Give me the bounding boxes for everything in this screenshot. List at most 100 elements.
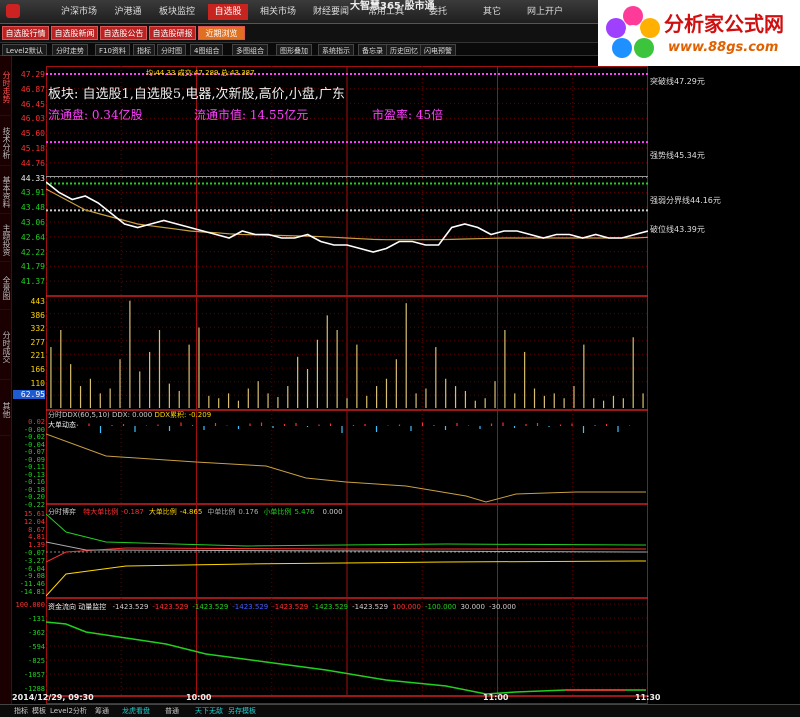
game-item-0: 特大单比例 -0.187 (83, 508, 144, 516)
menu-item-3[interactable]: 自选股 (208, 4, 248, 20)
ddx-cum: DDX累积: -0.209 (154, 411, 212, 419)
toolbar-button-9[interactable]: 备忘录 (358, 44, 387, 56)
game-item-label: 特大单比例 (83, 508, 119, 516)
game-axis-label: -9.08 (23, 572, 45, 581)
game-item-label: 小单比例 (263, 508, 292, 516)
ddx-title: 分时DDX(60,5,10) DDX: 0.000 DDX累积: -0.209 (48, 410, 211, 420)
flow-value: -1423.529 (272, 603, 309, 611)
bottom-tab-1[interactable]: 模板 (32, 706, 46, 716)
subtab-bar: 自选股行情 自选股新闻 自选股公告 自选股研报 近期浏览 (0, 24, 600, 42)
bottom-tab-4[interactable]: 龙虎看盘 (122, 706, 150, 716)
game-axis-label: 15.61 (23, 510, 45, 518)
breakout-line-label: 突破线47.29元 (650, 77, 705, 86)
price-axis-label: 42.22 (20, 247, 45, 257)
price-axis-label: 44.76 (20, 158, 45, 168)
subtab-2[interactable]: 自选股公告 (100, 26, 147, 40)
subtab-4[interactable]: 近期浏览 (198, 26, 245, 40)
toolbar-button-2[interactable]: F10资料 (95, 44, 130, 56)
volume-axis-label: 110 (30, 378, 45, 388)
bottom-tab-0[interactable]: 指标 (14, 706, 28, 716)
float-mcap-info: 流通市值: 14.55亿元 (194, 108, 309, 122)
flow-axis-label: 100.000 (15, 601, 45, 609)
game-title: 分时博弈 特大单比例 -0.187 大单比例 -4.865 中单比例 0.176 小单比例 5… (48, 507, 343, 517)
bottom-bar: 指标 模板 Level2分析 筹通 龙虎看盘 普通 天下无敌 另存模板 (0, 704, 800, 717)
logo-site-name: 分析家公式网 (664, 12, 784, 36)
side-tab-4[interactable]: 全景图 (0, 266, 12, 310)
time-1000: 10:00 (186, 693, 212, 702)
ddx-value: DDX: 0.000 (112, 411, 153, 419)
volume-last-badge: 62.95 (13, 390, 45, 399)
price-axis-label: 46.03 (20, 114, 45, 124)
site-logo: 分析家公式网 www.88gs.com (598, 0, 800, 66)
volume-axis-label: 332 (30, 324, 45, 334)
price-axis-label: 42.64 (20, 232, 45, 242)
price-axis-label: 45.18 (20, 144, 45, 153)
volume-axis-label: 221 (30, 351, 45, 361)
strong-line-label: 强势线45.34元 (650, 151, 705, 160)
game-item-value: 0.000 (322, 508, 343, 516)
game-axis-label: -11.46 (19, 580, 45, 589)
flow-subtitle: 动量监控 (78, 603, 107, 611)
bottom-tab-7[interactable]: 另存模板 (228, 706, 256, 716)
toolbar-button-4[interactable]: 分时图 (157, 44, 186, 56)
bottom-tab-5[interactable]: 普通 (165, 706, 179, 716)
price-axis-label: 44.33 (20, 173, 45, 183)
menu-item-5[interactable]: 财经要闻 (306, 4, 356, 20)
ddx-axis-label: -0.22 (23, 500, 45, 509)
game-item-4: 0.000 (319, 508, 342, 516)
menu-item-0[interactable]: 沪深市场 (55, 4, 103, 20)
game-item-value: -4.865 (179, 508, 203, 516)
price-axis-label: 41.79 (20, 262, 45, 272)
flow-line (46, 621, 646, 695)
side-tab-2[interactable]: 基本资料 (0, 170, 12, 214)
toolbar-button-5[interactable]: 4图组合 (190, 44, 224, 56)
game-item-1: 大单比例 -4.865 (149, 508, 203, 516)
toolbar-button-10[interactable]: 历史回忆 (386, 44, 422, 56)
bottom-tab-2[interactable]: Level2分析 (50, 706, 87, 716)
flow-value: -1423.529 (192, 603, 229, 611)
sector-info: 板块: 自选股1,自选股5,电器,次新股,高价,小盘,广东 (48, 87, 345, 102)
flow-value: -1423.529 (232, 603, 269, 611)
menu-item-2[interactable]: 板块监控 (152, 4, 202, 20)
game-axis-label: -0.07 (23, 549, 45, 557)
flow-axis-label: -594 (28, 643, 45, 651)
big-order-title: 大单动态 (48, 421, 76, 429)
toolbar-button-8[interactable]: 系统指示 (318, 44, 354, 56)
top-menu-bar: 大智慧365·股市通 沪深市场 沪港通 板块监控 自选股 相关市场 财经要闻 常用工具 委托其… (0, 0, 600, 24)
menu-item-7[interactable]: 委托 (414, 4, 462, 20)
toolbar-button-0[interactable]: Level2默认 (2, 44, 47, 56)
volume-axis-label: 166 (30, 365, 45, 374)
flow-value: -30.000 (488, 603, 516, 611)
menu-item-1[interactable]: 沪港通 (108, 4, 148, 20)
logo-url: www.88gs.com (668, 40, 779, 55)
toolbar-button-11[interactable]: 闪电预警 (420, 44, 456, 56)
toolbar-button-3[interactable]: 指标 (133, 44, 155, 56)
menu-item-4[interactable]: 相关市场 (254, 4, 302, 20)
bottom-tab-3[interactable]: 筹通 (95, 706, 109, 716)
game-axis-label: 12.04 (23, 517, 45, 526)
app-icon (6, 4, 20, 18)
toolbar-button-1[interactable]: 分时走势 (52, 44, 88, 56)
toolbar-button-6[interactable]: 多图组合 (232, 44, 268, 56)
bottom-tab-6[interactable]: 天下无敌 (195, 706, 223, 716)
flow-axis-label: -1288 (23, 685, 45, 693)
game-axis-label: -14.81 (19, 588, 45, 596)
subtab-3[interactable]: 自选股研报 (149, 26, 196, 40)
menu-item-9[interactable]: 网上开户 (520, 4, 570, 20)
menu-item-8[interactable]: 其它 (470, 4, 514, 20)
flow-title: 资金流向 动量监控 -1423.529 -1423.529 -1423.529 -14… (48, 602, 516, 612)
price-axis-label: 43.91 (20, 188, 45, 198)
side-tab-6[interactable]: 其他 (0, 384, 12, 436)
toolbar-button-7[interactable]: 图形叠加 (276, 44, 312, 56)
side-tab-5[interactable]: 分时成交 (0, 314, 12, 380)
menu-item-6[interactable]: 常用工具 (362, 4, 410, 20)
subtab-0[interactable]: 自选股行情 (2, 26, 49, 40)
subtab-1[interactable]: 自选股新闻 (51, 26, 98, 40)
side-tab-0[interactable]: 分时走势 (0, 58, 12, 116)
game-item-value: 5.476 (294, 508, 315, 516)
flow-axis-label: -362 (28, 629, 45, 637)
side-tab-1[interactable]: 技术分析 (0, 120, 12, 166)
divide-line-label: 强弱分界线44.16元 (650, 196, 721, 205)
game-title-name: 分时博弈 (48, 508, 76, 516)
side-tab-3[interactable]: 主题投资 (0, 218, 12, 262)
